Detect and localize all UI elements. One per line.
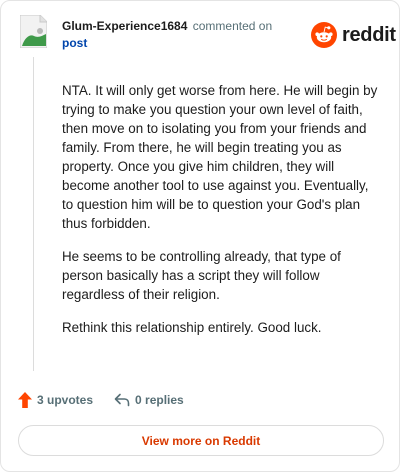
- avatar-image-icon: [19, 14, 48, 49]
- view-more-button[interactable]: View more on Reddit: [18, 425, 384, 456]
- upvote-count: 3 upvotes: [37, 393, 94, 407]
- comment-author[interactable]: Glum-Experience1684: [62, 19, 187, 33]
- reply-count: 0 replies: [135, 393, 184, 407]
- commented-on-text: commented on: [192, 19, 273, 33]
- comment-paragraph-3: Rethink this relationship entirely. Good…: [62, 320, 322, 335]
- reply-button[interactable]: 0 replies: [114, 393, 184, 407]
- upvote-arrow-icon: [18, 392, 32, 408]
- thread-line: [33, 57, 34, 371]
- reddit-comment-embed: Glum-Experience1684 commented on post re…: [0, 0, 400, 472]
- reddit-logo[interactable]: reddit: [311, 21, 396, 49]
- comment-body: NTA. It will only get worse from here. H…: [62, 81, 382, 351]
- post-link[interactable]: post: [62, 35, 302, 51]
- upvote-button[interactable]: 3 upvotes: [18, 392, 93, 408]
- comment-paragraph-2: He seems to be controlling already, that…: [62, 249, 341, 302]
- user-avatar[interactable]: [19, 14, 48, 49]
- comment-paragraph-1: NTA. It will only get worse from here. H…: [62, 83, 378, 231]
- comment-actions: 3 upvotes 0 replies: [18, 390, 184, 410]
- reply-arrow-icon: [114, 393, 130, 407]
- reddit-snoo-icon: [311, 22, 337, 48]
- comment-header: Glum-Experience1684 commented on post: [62, 18, 302, 51]
- reddit-wordmark: reddit: [342, 23, 396, 46]
